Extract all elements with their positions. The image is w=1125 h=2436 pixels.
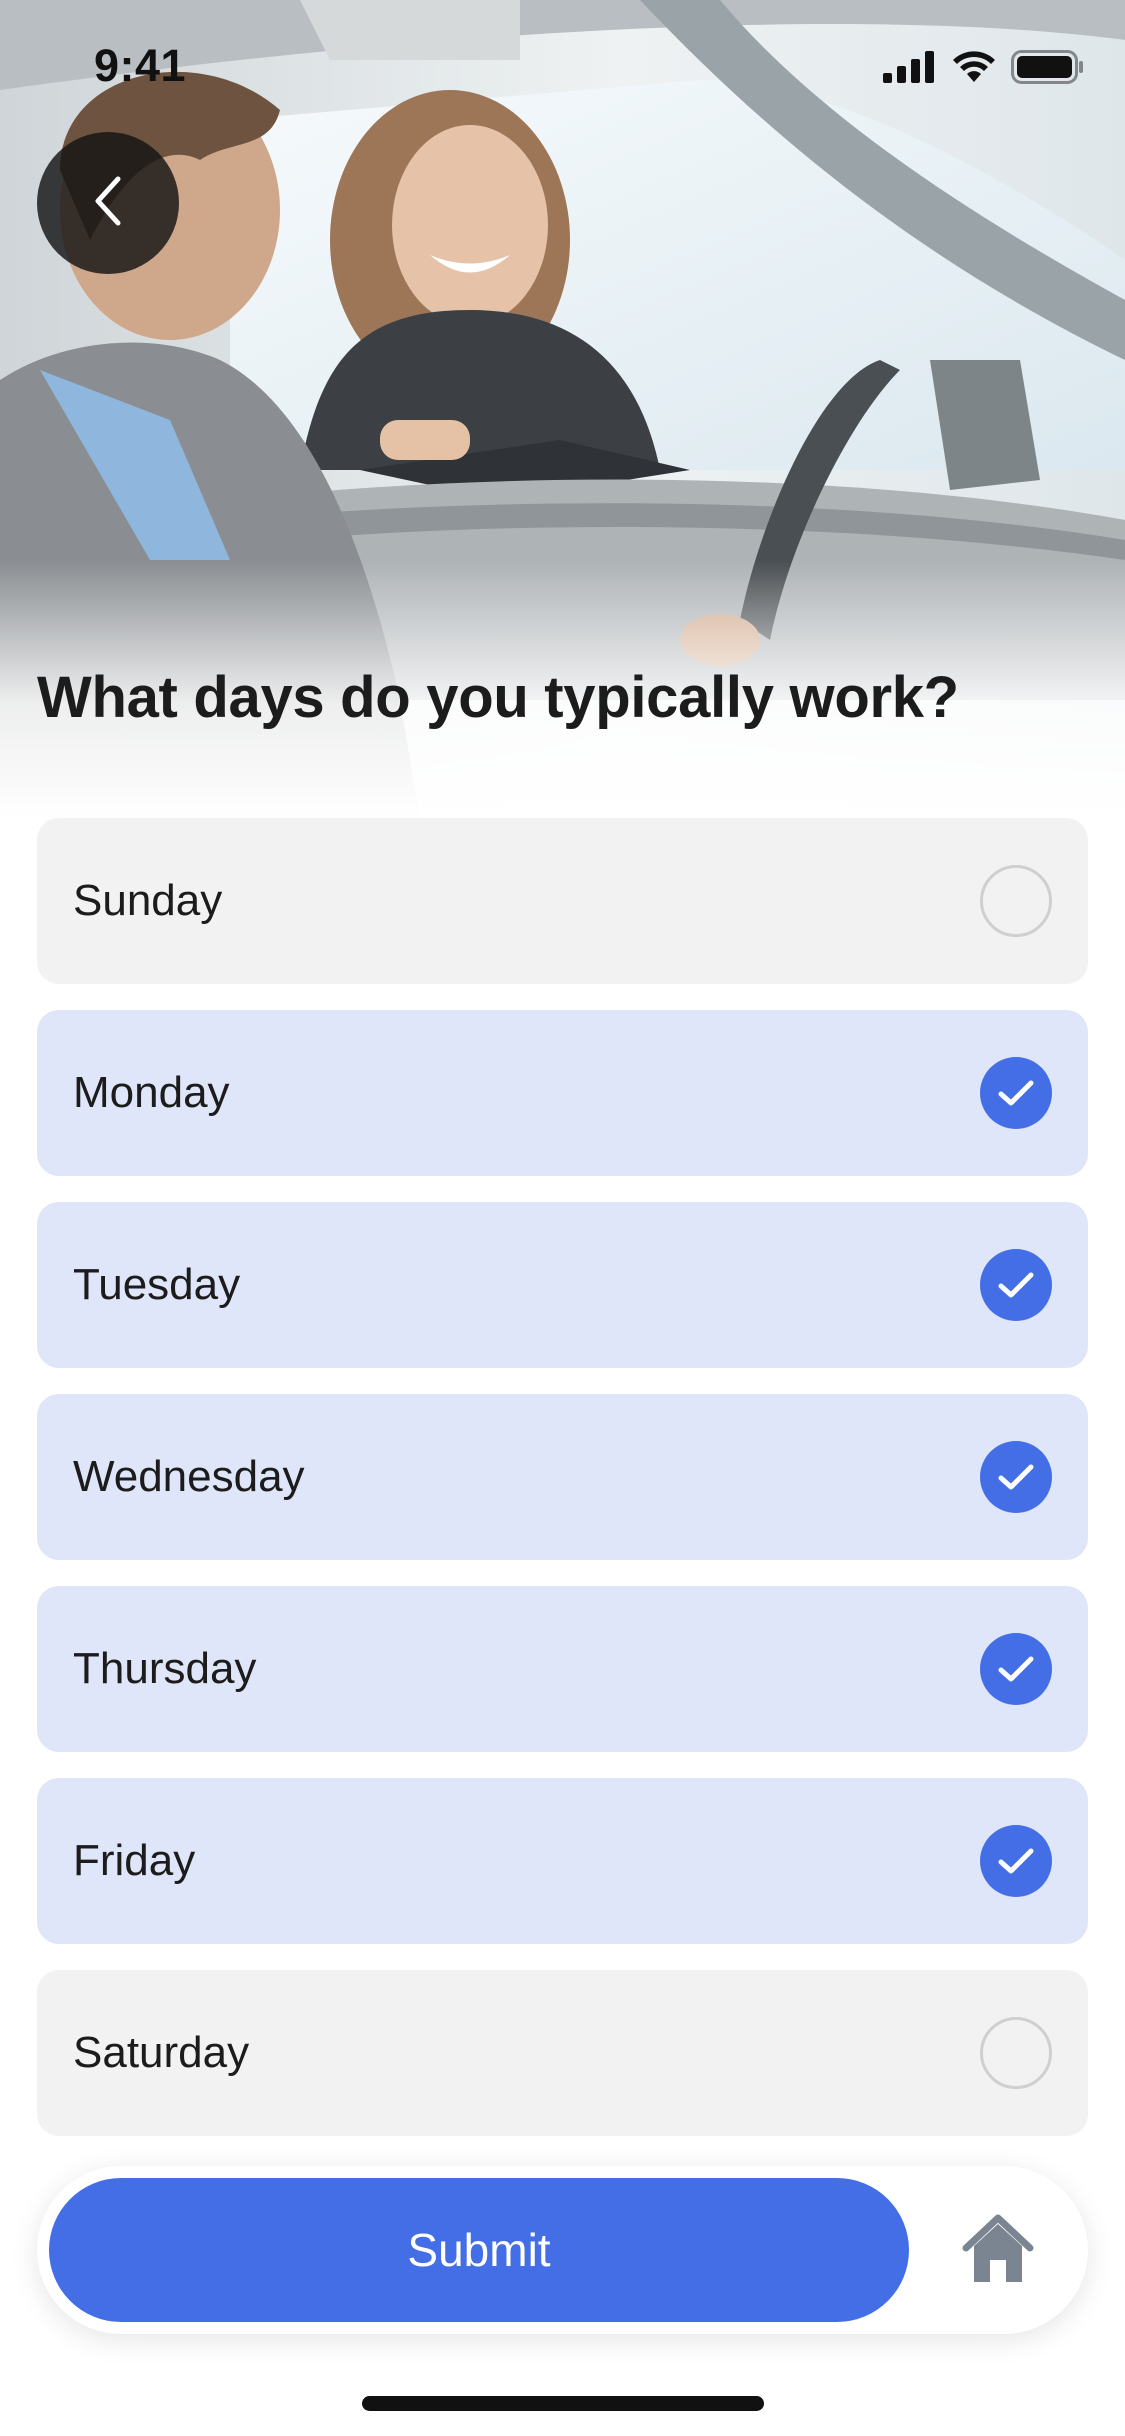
wifi-icon bbox=[951, 50, 997, 89]
home-icon bbox=[960, 2212, 1036, 2289]
home-indicator bbox=[362, 2396, 764, 2411]
checkbox[interactable] bbox=[980, 1825, 1052, 1897]
page-title: What days do you typically work? bbox=[37, 665, 959, 730]
option-label: Sunday bbox=[73, 876, 223, 925]
option-label: Thursday bbox=[73, 1644, 257, 1693]
option-label: Tuesday bbox=[73, 1260, 241, 1309]
checkmark-icon bbox=[998, 1464, 1034, 1490]
checkbox[interactable] bbox=[980, 865, 1052, 937]
option-tuesday[interactable]: Tuesday bbox=[37, 1202, 1088, 1368]
chevron-left-icon bbox=[88, 173, 128, 234]
option-saturday[interactable]: Saturday bbox=[37, 1970, 1088, 2136]
option-monday[interactable]: Monday bbox=[37, 1010, 1088, 1176]
cellular-signal-icon bbox=[883, 51, 937, 88]
option-friday[interactable]: Friday bbox=[37, 1778, 1088, 1944]
checkbox[interactable] bbox=[980, 2017, 1052, 2089]
option-label: Monday bbox=[73, 1068, 230, 1117]
checkbox[interactable] bbox=[980, 1441, 1052, 1513]
option-wednesday[interactable]: Wednesday bbox=[37, 1394, 1088, 1560]
battery-icon bbox=[1011, 50, 1085, 89]
option-label: Friday bbox=[73, 1836, 196, 1885]
checkmark-icon bbox=[998, 1080, 1034, 1106]
option-label: Wednesday bbox=[73, 1452, 305, 1501]
checkbox[interactable] bbox=[980, 1057, 1052, 1129]
checkmark-icon bbox=[998, 1272, 1034, 1298]
screen: 9:41 What days do you typically work? Su… bbox=[0, 0, 1125, 2436]
option-sunday[interactable]: Sunday bbox=[37, 818, 1088, 984]
checkmark-icon bbox=[998, 1656, 1034, 1682]
status-time: 9:41 bbox=[94, 40, 187, 91]
checkbox[interactable] bbox=[980, 1633, 1052, 1705]
back-button[interactable] bbox=[37, 132, 179, 274]
status-icons bbox=[883, 50, 1085, 89]
checkbox[interactable] bbox=[980, 1249, 1052, 1321]
option-label: Saturday bbox=[73, 2028, 250, 2077]
checkmark-icon bbox=[998, 1848, 1034, 1874]
submit-button[interactable]: Submit bbox=[49, 2178, 909, 2322]
bottom-action-bar: Submit bbox=[37, 2166, 1088, 2334]
option-thursday[interactable]: Thursday bbox=[37, 1586, 1088, 1752]
options-list: Sunday Monday Tuesday Wednesday Thursday bbox=[37, 818, 1088, 2162]
status-bar: 9:41 bbox=[0, 0, 1125, 132]
home-button[interactable] bbox=[956, 2208, 1040, 2292]
